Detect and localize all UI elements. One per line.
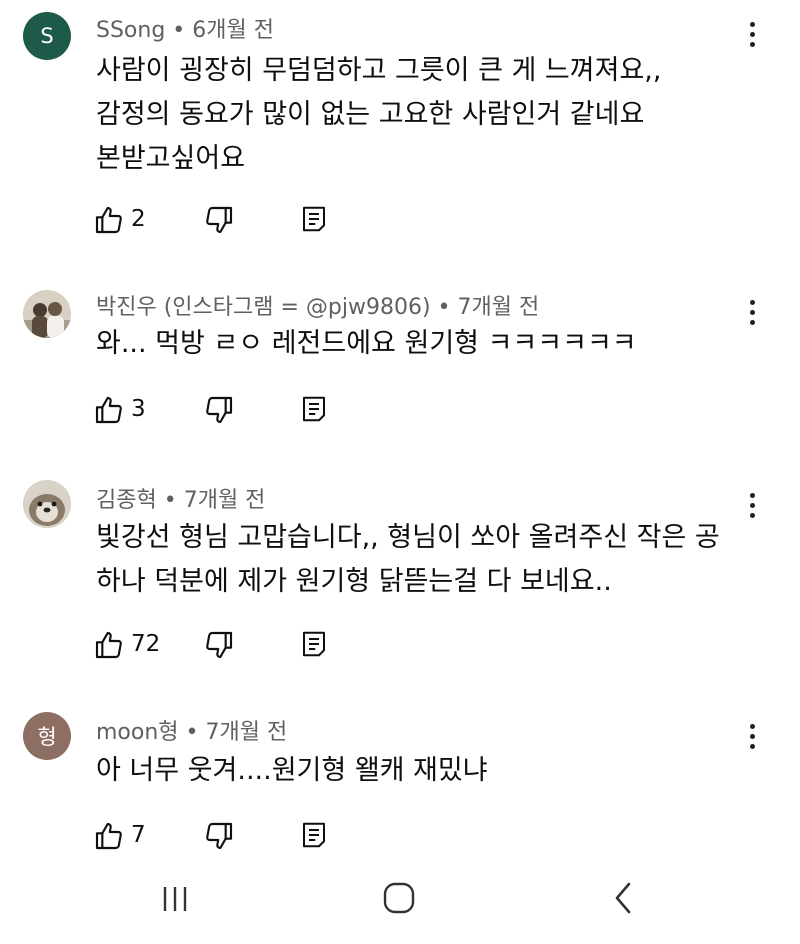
comment-meta: SSong • 6개월 전 [96,18,274,43]
comment-meta: moon형 • 7개월 전 [96,720,288,745]
thumbs-up-icon[interactable] [93,629,125,661]
like-count: 72 [131,631,161,657]
thumbs-down-icon[interactable] [203,394,235,426]
thumbs-down-icon[interactable] [203,629,235,661]
thumbs-down-icon[interactable] [203,204,235,236]
like-count: 3 [131,396,146,422]
comment-time: 7개월 전 [457,295,540,320]
comment-author[interactable]: SSong [96,18,165,43]
comment-text: 사람이 굉장히 무덤덤하고 그릇이 큰 게 느껴져요,, 감정의 동요가 많이 … [96,55,662,174]
comment-actions: 2 [93,200,353,240]
comment-actions: 72 [93,625,353,665]
reply-icon[interactable] [299,820,329,850]
system-nav-bar [0,858,800,944]
like-count: 2 [131,206,146,232]
home-icon[interactable] [381,880,417,916]
avatar-letter: S [40,24,54,48]
like-count: 7 [131,822,146,848]
avatar-photo [23,290,71,338]
comment-text: 아 너무 웃겨....원기형 왤캐 재밌냐 [96,755,488,786]
reply-icon[interactable] [299,204,329,234]
comment-text: 와... 먹방 ㄹㅇ 레전드에요 원기형 ㅋㅋㅋㅋㅋㅋ [96,328,637,359]
avatar-photo [23,480,71,528]
comment-meta: 박진우 (인스타그램 = @pjw9806) • 7개월 전 [96,295,540,320]
thumbs-up-icon[interactable] [93,204,125,236]
comment-time: 7개월 전 [183,488,266,513]
comment-text: 빛강선 형님 고맙습니다,, 형님이 쏘아 올려주신 작은 공 하나 덕분에 제… [96,522,720,597]
more-vertical-icon[interactable] [738,14,766,54]
comment-time: 6개월 전 [192,18,274,43]
reply-icon[interactable] [299,629,329,659]
comment-meta: 김종혁 • 7개월 전 [96,488,266,513]
comment-author[interactable]: 김종혁 [96,488,157,513]
comment-actions: 3 [93,390,353,430]
comment-author[interactable]: moon형 [96,720,179,745]
comment-time: 7개월 전 [205,720,288,745]
thumbs-up-icon[interactable] [93,820,125,852]
reply-icon[interactable] [299,394,329,424]
thumbs-down-icon[interactable] [203,820,235,852]
avatar[interactable]: S [23,12,71,60]
recents-icon[interactable] [158,882,192,916]
comment-actions: 7 [93,816,353,856]
comment-author[interactable]: 박진우 (인스타그램 = @pjw9806) [96,295,431,320]
avatar[interactable] [23,290,71,338]
avatar[interactable]: 형 [23,712,71,760]
avatar[interactable] [23,480,71,528]
thumbs-up-icon[interactable] [93,394,125,426]
avatar-letter: 형 [37,725,57,749]
back-icon[interactable] [610,880,636,916]
